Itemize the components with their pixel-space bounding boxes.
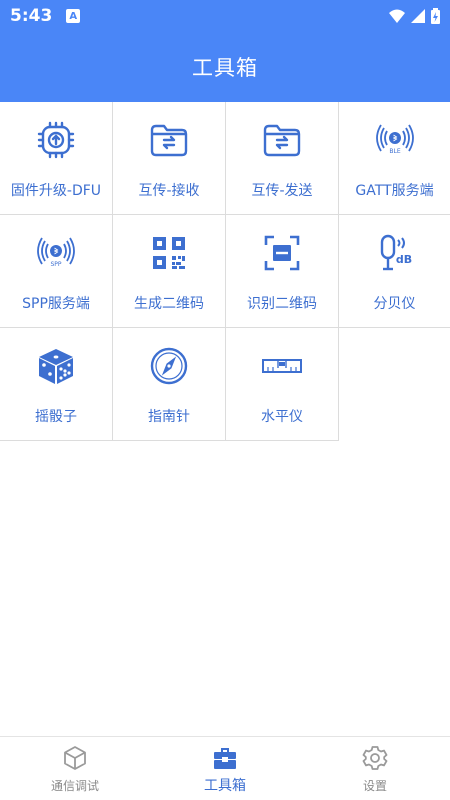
folder-send-icon <box>263 124 301 157</box>
app-bar: 工具箱 <box>0 32 450 102</box>
tool-generate-qr[interactable]: 生成二维码 <box>113 215 226 328</box>
svg-text:dB: dB <box>395 253 411 266</box>
dice-icon <box>39 349 73 384</box>
tab-label: 设置 <box>362 779 387 793</box>
bottom-nav: 通信调试 工具箱 设置 <box>0 736 450 800</box>
wifi-icon <box>389 9 405 23</box>
battery-icon <box>431 8 440 24</box>
svg-text:SPP: SPP <box>50 261 61 268</box>
tool-compass[interactable]: 指南针 <box>113 328 226 441</box>
spp-broadcast-icon: SPP <box>37 237 75 268</box>
level-icon <box>262 359 302 373</box>
tool-label: GATT服务端 <box>355 183 434 199</box>
tool-label: 分贝仪 <box>373 296 416 312</box>
page-title: 工具箱 <box>192 56 258 80</box>
tool-gatt-server[interactable]: BLE GATT服务端 <box>339 102 450 215</box>
toolbox-icon <box>214 748 236 769</box>
status-time: 5:43 <box>10 6 53 26</box>
tool-spp-server[interactable]: SPP SPP服务端 <box>0 215 113 328</box>
tool-label: 指南针 <box>148 409 190 425</box>
firmware-upgrade-icon <box>37 121 75 159</box>
ble-broadcast-icon: BLE <box>375 124 414 155</box>
status-icons <box>389 8 440 24</box>
tool-label: 互传-发送 <box>251 183 313 199</box>
signal-icon <box>411 9 425 23</box>
tab-debug[interactable]: 通信调试 <box>0 737 150 800</box>
status-bar: 5:43 A <box>0 0 450 32</box>
tool-label: SPP服务端 <box>22 296 90 312</box>
svg-text:BLE: BLE <box>389 148 400 155</box>
tool-label: 互传-接收 <box>138 183 200 199</box>
tool-dice[interactable]: 摇骰子 <box>0 328 113 441</box>
gear-icon <box>362 746 388 770</box>
cube-icon <box>64 746 86 770</box>
tab-label: 通信调试 <box>50 779 99 793</box>
tool-scan-qr[interactable]: 识别二维码 <box>226 215 339 328</box>
compass-icon <box>150 347 188 385</box>
app-notification-icon: A <box>66 9 81 23</box>
tool-label: 摇骰子 <box>35 409 77 425</box>
tool-decibel-meter[interactable]: dB 分贝仪 <box>339 215 450 328</box>
tab-settings[interactable]: 设置 <box>300 737 450 800</box>
tool-firmware-dfu[interactable]: 固件升级-DFU <box>0 102 113 215</box>
tool-label: 固件升级-DFU <box>10 183 102 199</box>
tool-label: 识别二维码 <box>247 296 317 312</box>
tool-level[interactable]: 水平仪 <box>226 328 339 441</box>
tool-label: 水平仪 <box>261 409 303 425</box>
tab-label: 工具箱 <box>204 778 246 794</box>
scan-icon <box>264 235 300 271</box>
tool-transfer-send[interactable]: 互传-发送 <box>226 102 339 215</box>
microphone-db-icon: dB <box>380 234 412 271</box>
tool-transfer-receive[interactable]: 互传-接收 <box>113 102 226 215</box>
tab-toolbox[interactable]: 工具箱 <box>150 737 300 800</box>
folder-receive-icon <box>150 124 188 157</box>
qr-code-icon <box>153 237 185 269</box>
tool-label: 生成二维码 <box>134 296 204 312</box>
